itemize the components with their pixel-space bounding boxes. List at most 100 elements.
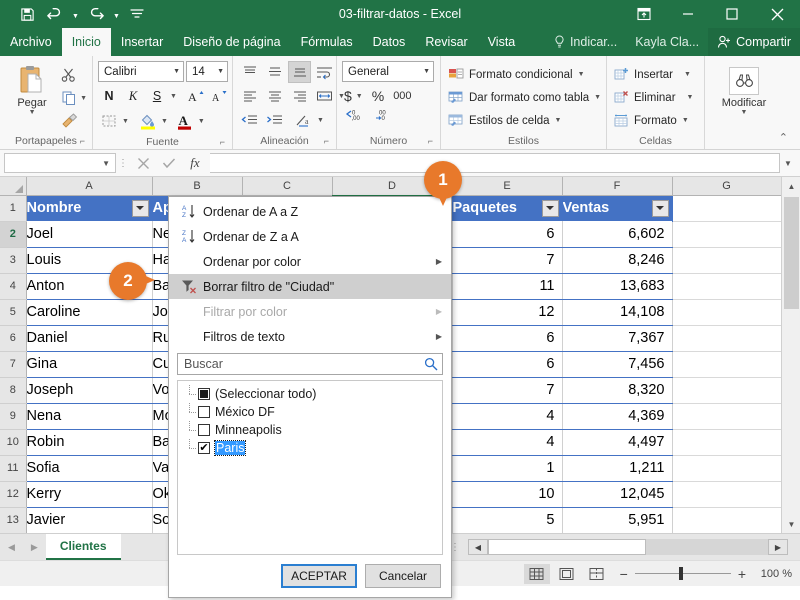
decrease-font-size-button[interactable]: A: [209, 85, 231, 107]
row-header-1[interactable]: 1: [0, 195, 27, 222]
name-box-chevron-down-icon[interactable]: ▼: [102, 159, 110, 168]
tab-diseno-de-pagina[interactable]: Diseño de página: [173, 28, 290, 56]
row-header-9[interactable]: 9: [0, 403, 27, 430]
delete-cells-dropdown-icon[interactable]: ▼: [687, 94, 694, 101]
cell-e9[interactable]: 4: [452, 403, 563, 430]
scroll-up-icon[interactable]: ▲: [782, 177, 800, 195]
cell-g11[interactable]: [672, 455, 782, 482]
cell-a9[interactable]: Nena: [26, 403, 153, 430]
cell-e5[interactable]: 12: [452, 299, 563, 326]
share-button[interactable]: Compartir: [708, 28, 800, 56]
chevron-right-icon[interactable]: ▶: [31, 542, 38, 553]
cell-g4[interactable]: [672, 273, 782, 300]
insert-cells-button[interactable]: Insertar ▼: [612, 63, 691, 86]
find-select-button[interactable]: Modificar ▼: [716, 65, 772, 116]
align-left-button[interactable]: [238, 85, 261, 107]
menu-item-text-filters[interactable]: Filtros de texto ▶: [169, 324, 451, 349]
cell-f11[interactable]: 1,211: [562, 455, 673, 482]
cell-e10[interactable]: 4: [452, 429, 563, 456]
borders-button[interactable]: [98, 110, 120, 132]
cut-button[interactable]: [59, 65, 87, 85]
cell-g1[interactable]: [672, 195, 782, 222]
find-select-dropdown-icon[interactable]: ▼: [741, 109, 748, 116]
undo-dropdown-icon[interactable]: ▼: [70, 3, 81, 25]
row-header-3[interactable]: 3: [0, 247, 27, 274]
menu-item-sort-z-a[interactable]: ZA Ordenar de Z a A: [169, 224, 451, 249]
tab-datos[interactable]: Datos: [363, 28, 416, 56]
paste-button[interactable]: Pegar ▼: [5, 61, 59, 116]
maximize-icon[interactable]: [710, 0, 754, 28]
format-cells-dropdown-icon[interactable]: ▼: [682, 117, 689, 124]
name-box[interactable]: ▼: [4, 153, 116, 173]
zoom-slider-thumb[interactable]: [678, 567, 683, 580]
align-middle-button[interactable]: [263, 61, 286, 83]
cell-g13[interactable]: [672, 507, 782, 533]
percent-format-button[interactable]: %: [372, 88, 384, 104]
horizontal-scrollbar-thumb[interactable]: [488, 539, 646, 555]
checkbox-minneapolis[interactable]: [198, 424, 210, 436]
row-header-13[interactable]: 13: [0, 507, 27, 533]
checkbox-mexico-df[interactable]: [198, 406, 210, 418]
decrease-indent-button[interactable]: [238, 109, 261, 131]
tab-insertar[interactable]: Insertar: [111, 28, 173, 56]
column-header-e[interactable]: E: [452, 177, 563, 196]
filter-dropdown-nombre[interactable]: [131, 199, 149, 217]
row-header-7[interactable]: 7: [0, 351, 27, 378]
redo-dropdown-icon[interactable]: ▼: [111, 3, 122, 25]
cell-f2[interactable]: 6,602: [562, 221, 673, 248]
insert-cells-dropdown-icon[interactable]: ▼: [684, 71, 691, 78]
checkbox-paris[interactable]: [198, 442, 210, 454]
row-header-6[interactable]: 6: [0, 325, 27, 352]
row-header-4[interactable]: 4: [0, 273, 27, 300]
row-header-11[interactable]: 11: [0, 455, 27, 482]
list-item[interactable]: Minneapolis: [178, 421, 442, 439]
format-as-table-dropdown-icon[interactable]: ▼: [594, 94, 601, 101]
tab-inicio[interactable]: Inicio: [61, 28, 111, 56]
format-painter-button[interactable]: [59, 111, 87, 131]
copy-dropdown-icon[interactable]: ▼: [80, 95, 87, 102]
minimize-icon[interactable]: [666, 0, 710, 28]
cell-e8[interactable]: 7: [452, 377, 563, 404]
increase-font-size-button[interactable]: A: [185, 85, 207, 107]
cell-e12[interactable]: 10: [452, 481, 563, 508]
page-break-preview-icon[interactable]: [584, 564, 610, 584]
close-icon[interactable]: [754, 0, 800, 28]
customize-quick-access-icon[interactable]: [124, 3, 150, 25]
font-size-chevron-down-icon[interactable]: ▼: [213, 68, 224, 75]
zoom-slider-track[interactable]: [634, 567, 731, 580]
format-as-table-button[interactable]: Dar formato como tabla ▼: [446, 86, 601, 109]
cell-g12[interactable]: [672, 481, 782, 508]
formula-bar-resize-handle[interactable]: ⋮: [116, 158, 130, 169]
cell-f8[interactable]: 8,320: [562, 377, 673, 404]
cell-g6[interactable]: [672, 325, 782, 352]
row-header-10[interactable]: 10: [0, 429, 27, 456]
list-item[interactable]: México DF: [178, 403, 442, 421]
normal-view-icon[interactable]: [523, 563, 550, 584]
increase-decimal-button[interactable]: 0,00: [344, 108, 364, 122]
tell-me-box[interactable]: Indicar...: [545, 28, 626, 56]
cell-a6[interactable]: Daniel: [26, 325, 153, 352]
zoom-out-icon[interactable]: −: [620, 566, 628, 582]
tab-archivo[interactable]: Archivo: [0, 28, 62, 56]
numero-dialog-launcher[interactable]: ⌐: [428, 134, 433, 149]
cell-a7[interactable]: Gina: [26, 351, 153, 378]
cell-e7[interactable]: 6: [452, 351, 563, 378]
cell-a10[interactable]: Robin: [26, 429, 153, 456]
bold-button[interactable]: N: [98, 85, 120, 107]
cell-a12[interactable]: Kerry: [26, 481, 153, 508]
save-icon[interactable]: [14, 3, 40, 25]
cell-f3[interactable]: 8,246: [562, 247, 673, 274]
italic-button[interactable]: K: [122, 85, 144, 107]
delete-cells-button[interactable]: Eliminar ▼: [612, 86, 693, 109]
undo-icon[interactable]: [42, 3, 68, 25]
font-color-dropdown-icon[interactable]: ▼: [198, 118, 205, 125]
filter-search-input[interactable]: Buscar: [177, 353, 443, 375]
currency-dropdown-icon[interactable]: ▼: [356, 93, 363, 100]
cell-styles-button[interactable]: Estilos de celda ▼: [446, 109, 561, 132]
column-header-f[interactable]: F: [562, 177, 673, 196]
redo-icon[interactable]: [83, 3, 109, 25]
cell-a8[interactable]: Joseph: [26, 377, 153, 404]
cell-g3[interactable]: [672, 247, 782, 274]
cell-f12[interactable]: 12,045: [562, 481, 673, 508]
column-header-c[interactable]: C: [242, 177, 333, 196]
